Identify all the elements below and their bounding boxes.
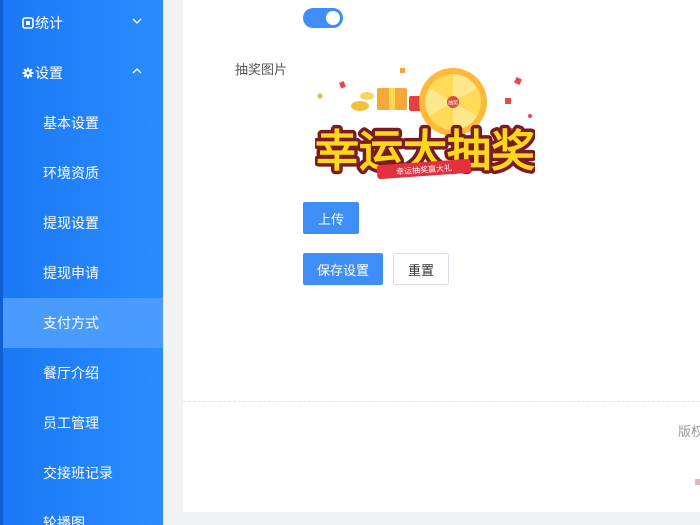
chart-box-icon bbox=[22, 17, 34, 29]
enable-toggle[interactable] bbox=[303, 8, 343, 28]
toggle-knob bbox=[326, 11, 340, 25]
sidebar-item-label: 基本设置 bbox=[43, 116, 99, 132]
sidebar-item-label: 支付方式 bbox=[43, 316, 99, 332]
sidebar-item-label: 轮播图 bbox=[43, 516, 85, 525]
sidebar-group-settings[interactable]: 设置 bbox=[0, 48, 163, 98]
footer-copyright: 版权 bbox=[678, 425, 700, 440]
sidebar-item-qualification[interactable]: 环境资质 bbox=[3, 148, 163, 198]
sidebar: 统计 设置 基本设置 环境资质 提现设置 提现申请 支付方式 餐厅介绍 员工管理… bbox=[0, 0, 163, 525]
sidebar-item-carousel[interactable]: 轮播图 bbox=[3, 498, 163, 525]
sidebar-item-label: 提现申请 bbox=[43, 266, 99, 282]
sidebar-item-label: 餐厅介绍 bbox=[43, 366, 99, 382]
sidebar-item-label: 员工管理 bbox=[43, 416, 99, 432]
sidebar-item-restaurant-intro[interactable]: 餐厅介绍 bbox=[3, 348, 163, 398]
upload-button[interactable]: 上传 bbox=[303, 202, 359, 234]
sidebar-group-label: 统计 bbox=[35, 16, 63, 32]
sidebar-item-payment-methods[interactable]: 支付方式 bbox=[3, 298, 163, 348]
sidebar-item-shift-records[interactable]: 交接班记录 bbox=[3, 448, 163, 498]
save-settings-button[interactable]: 保存设置 bbox=[303, 253, 383, 285]
sidebar-item-label: 环境资质 bbox=[43, 166, 99, 182]
main-content: 抽奖图片 抽奖 幸运大抽奖 幸运大抽奖 幸运抽奖赢大礼 上传 保存设置 重置 版… bbox=[183, 0, 700, 512]
sidebar-item-label: 交接班记录 bbox=[43, 466, 113, 482]
sidebar-group-stats[interactable]: 统计 bbox=[0, 0, 163, 48]
sidebar-item-withdraw-requests[interactable]: 提现申请 bbox=[3, 248, 163, 298]
wheel-center-text: 抽奖 bbox=[448, 100, 458, 107]
reset-button[interactable]: 重置 bbox=[393, 253, 449, 285]
sidebar-group-label: 设置 bbox=[35, 66, 63, 82]
sidebar-item-basic-settings[interactable]: 基本设置 bbox=[3, 98, 163, 148]
sidebar-item-label: 提现设置 bbox=[43, 216, 99, 232]
chevron-up-icon bbox=[131, 65, 143, 77]
sidebar-item-staff[interactable]: 员工管理 bbox=[3, 398, 163, 448]
footer-mark bbox=[695, 479, 700, 485]
chevron-down-icon bbox=[131, 15, 143, 27]
prize-image-label: 抽奖图片 bbox=[235, 63, 288, 78]
gear-icon bbox=[22, 67, 34, 79]
sidebar-item-withdraw-settings[interactable]: 提现设置 bbox=[3, 198, 163, 248]
footer-divider bbox=[183, 401, 700, 402]
lottery-image: 抽奖 幸运大抽奖 幸运大抽奖 幸运抽奖赢大礼 bbox=[315, 68, 535, 181]
